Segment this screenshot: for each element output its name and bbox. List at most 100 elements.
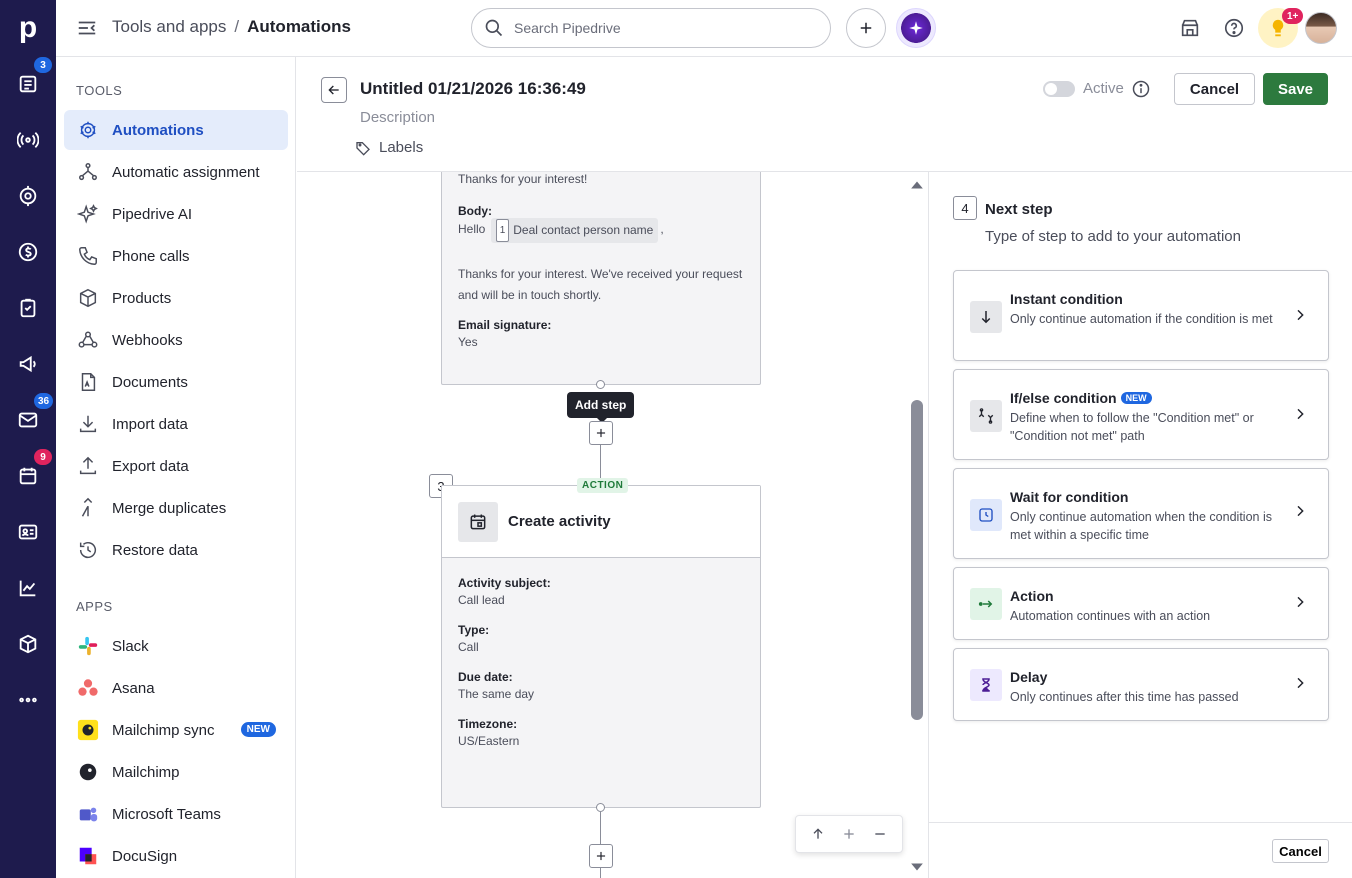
sidebar-item-import-data[interactable]: Import data: [64, 404, 288, 444]
active-toggle[interactable]: [1043, 81, 1075, 97]
active-label: Active: [1083, 80, 1124, 97]
sparkle-icon: [76, 202, 100, 226]
breadcrumb-current: Automations: [247, 17, 351, 36]
save-button[interactable]: Save: [1263, 73, 1328, 105]
leads-icon[interactable]: [14, 70, 42, 98]
create-activity-step-card[interactable]: Create activity Activity subject: Call l…: [441, 485, 761, 808]
contacts-icon[interactable]: [14, 518, 42, 546]
automation-title[interactable]: Untitled 01/21/2026 16:36:49: [360, 79, 586, 99]
sidebar-item-label: Pipedrive AI: [112, 205, 193, 223]
step-card-header: Create activity: [442, 486, 760, 558]
chevron-right-icon: [1297, 408, 1304, 420]
sidebar-item-docusign[interactable]: DocuSign: [64, 836, 288, 876]
add-step-button[interactable]: [589, 421, 613, 445]
docusign-icon: [76, 844, 100, 868]
tasks-icon[interactable]: [14, 294, 42, 322]
panel-cancel-button[interactable]: Cancel: [1272, 839, 1329, 863]
merge-icon: [76, 496, 100, 520]
mailchimp-icon: [76, 760, 100, 784]
mail-icon[interactable]: [14, 406, 42, 434]
sidebar-item-mailchimp[interactable]: Mailchimp: [64, 752, 288, 792]
ai-assistant-button[interactable]: [896, 8, 936, 48]
option-description: Only continues after this time has passe…: [1010, 690, 1239, 704]
chevron-right-icon: [1297, 677, 1304, 689]
deals-icon[interactable]: [14, 238, 42, 266]
option-wait-for-condition[interactable]: Wait for condition Only continue automat…: [953, 468, 1329, 559]
phone-icon: [76, 244, 100, 268]
zoom-in-icon[interactable]: [841, 826, 857, 842]
sidebar-item-label: Import data: [112, 415, 188, 433]
labels-button[interactable]: Labels: [355, 139, 423, 156]
description-field[interactable]: Description: [360, 109, 435, 126]
campaigns-icon[interactable]: [14, 350, 42, 378]
user-avatar[interactable]: [1305, 12, 1337, 44]
breadcrumb-parent[interactable]: Tools and apps: [112, 17, 226, 37]
more-icon[interactable]: [14, 686, 42, 714]
add-step-button[interactable]: [589, 844, 613, 868]
broadcast-icon[interactable]: [14, 126, 42, 154]
insights-icon[interactable]: [14, 574, 42, 602]
sidebar-item-asana[interactable]: Asana: [64, 668, 288, 708]
menu-collapse-icon[interactable]: [76, 17, 98, 39]
help-icon[interactable]: [1222, 16, 1246, 40]
signature-value: Yes: [458, 335, 478, 349]
sidebar-item-documents[interactable]: Documents: [64, 362, 288, 402]
back-button[interactable]: [321, 77, 347, 103]
calendar-icon: [458, 501, 498, 542]
scroll-up-icon[interactable]: [910, 178, 924, 192]
sidebar-item-phone-calls[interactable]: Phone calls: [64, 236, 288, 276]
sidebar-item-label: Phone calls: [112, 247, 190, 265]
sidebar-item-label: Webhooks: [112, 331, 183, 349]
document-icon: [76, 370, 100, 394]
zoom-out-icon[interactable]: [872, 826, 888, 842]
step-type-tag: ACTION: [577, 478, 629, 493]
marketplace-icon[interactable]: [1178, 16, 1202, 40]
option-title: Action: [1010, 588, 1054, 604]
target-icon[interactable]: [14, 182, 42, 210]
sidebar-item-webhooks[interactable]: Webhooks: [64, 320, 288, 360]
email-body-text: Thanks for your interest. We've received…: [458, 267, 743, 302]
sidebar-item-automatic-assignment[interactable]: Automatic assignment: [64, 152, 288, 192]
field-label: Type:: [458, 623, 490, 637]
connector-dot: [596, 380, 605, 389]
calendar-icon[interactable]: [14, 462, 42, 490]
quick-add-button[interactable]: [846, 8, 886, 48]
info-icon[interactable]: [1131, 79, 1151, 99]
sidebar-item-automations[interactable]: Automations: [64, 110, 288, 150]
send-email-step-card[interactable]: Thanks for your interest! Body: Hello 1D…: [441, 172, 761, 385]
sidebar-item-products[interactable]: Products: [64, 278, 288, 318]
sidebar-item-label: Microsoft Teams: [112, 805, 221, 823]
option-instant-condition[interactable]: Instant condition Only continue automati…: [953, 270, 1329, 361]
top-bar: Tools and apps / Automations 1+: [56, 0, 1352, 57]
products-icon[interactable]: [14, 630, 42, 658]
new-badge: NEW: [240, 722, 276, 737]
option-title: Instant condition: [1010, 291, 1123, 307]
box-icon: [76, 286, 100, 310]
leads-badge: 3: [34, 57, 52, 73]
sidebar-item-label: Documents: [112, 373, 188, 391]
sidebar-item-microsoft-teams[interactable]: Microsoft Teams: [64, 794, 288, 834]
sidebar-item-mailchimp-sync[interactable]: Mailchimp sync NEW: [64, 710, 288, 750]
sidebar-item-slack[interactable]: Slack: [64, 626, 288, 666]
sidebar-item-restore-data[interactable]: Restore data: [64, 530, 288, 570]
sidebar-item-export-data[interactable]: Export data: [64, 446, 288, 486]
search-input[interactable]: [514, 20, 794, 36]
arrow-down-icon: [970, 301, 1002, 333]
option-if-else-condition[interactable]: If/else condition NEW Define when to foll…: [953, 369, 1329, 460]
connector-line: [600, 812, 601, 844]
sidebar-item-merge-duplicates[interactable]: Merge duplicates: [64, 488, 288, 528]
option-action[interactable]: Action Automation continues with an acti…: [953, 567, 1329, 640]
sidebar-item-pipedrive-ai[interactable]: Pipedrive AI: [64, 194, 288, 234]
canvas-scrollbar[interactable]: [909, 172, 925, 878]
cancel-button[interactable]: Cancel: [1174, 73, 1255, 105]
automation-canvas[interactable]: Thanks for your interest! Body: Hello 1D…: [297, 172, 927, 878]
slack-icon: [76, 634, 100, 658]
connector-dot: [596, 803, 605, 812]
chip-number: 1: [495, 219, 510, 242]
scrollbar-thumb[interactable]: [911, 400, 923, 720]
pipedrive-logo[interactable]: p: [0, 0, 56, 56]
body-greeting: Hello: [458, 222, 486, 236]
option-delay[interactable]: Delay Only continues after this time has…: [953, 648, 1329, 721]
arrow-up-icon[interactable]: [810, 826, 826, 842]
scroll-down-icon[interactable]: [910, 860, 924, 874]
